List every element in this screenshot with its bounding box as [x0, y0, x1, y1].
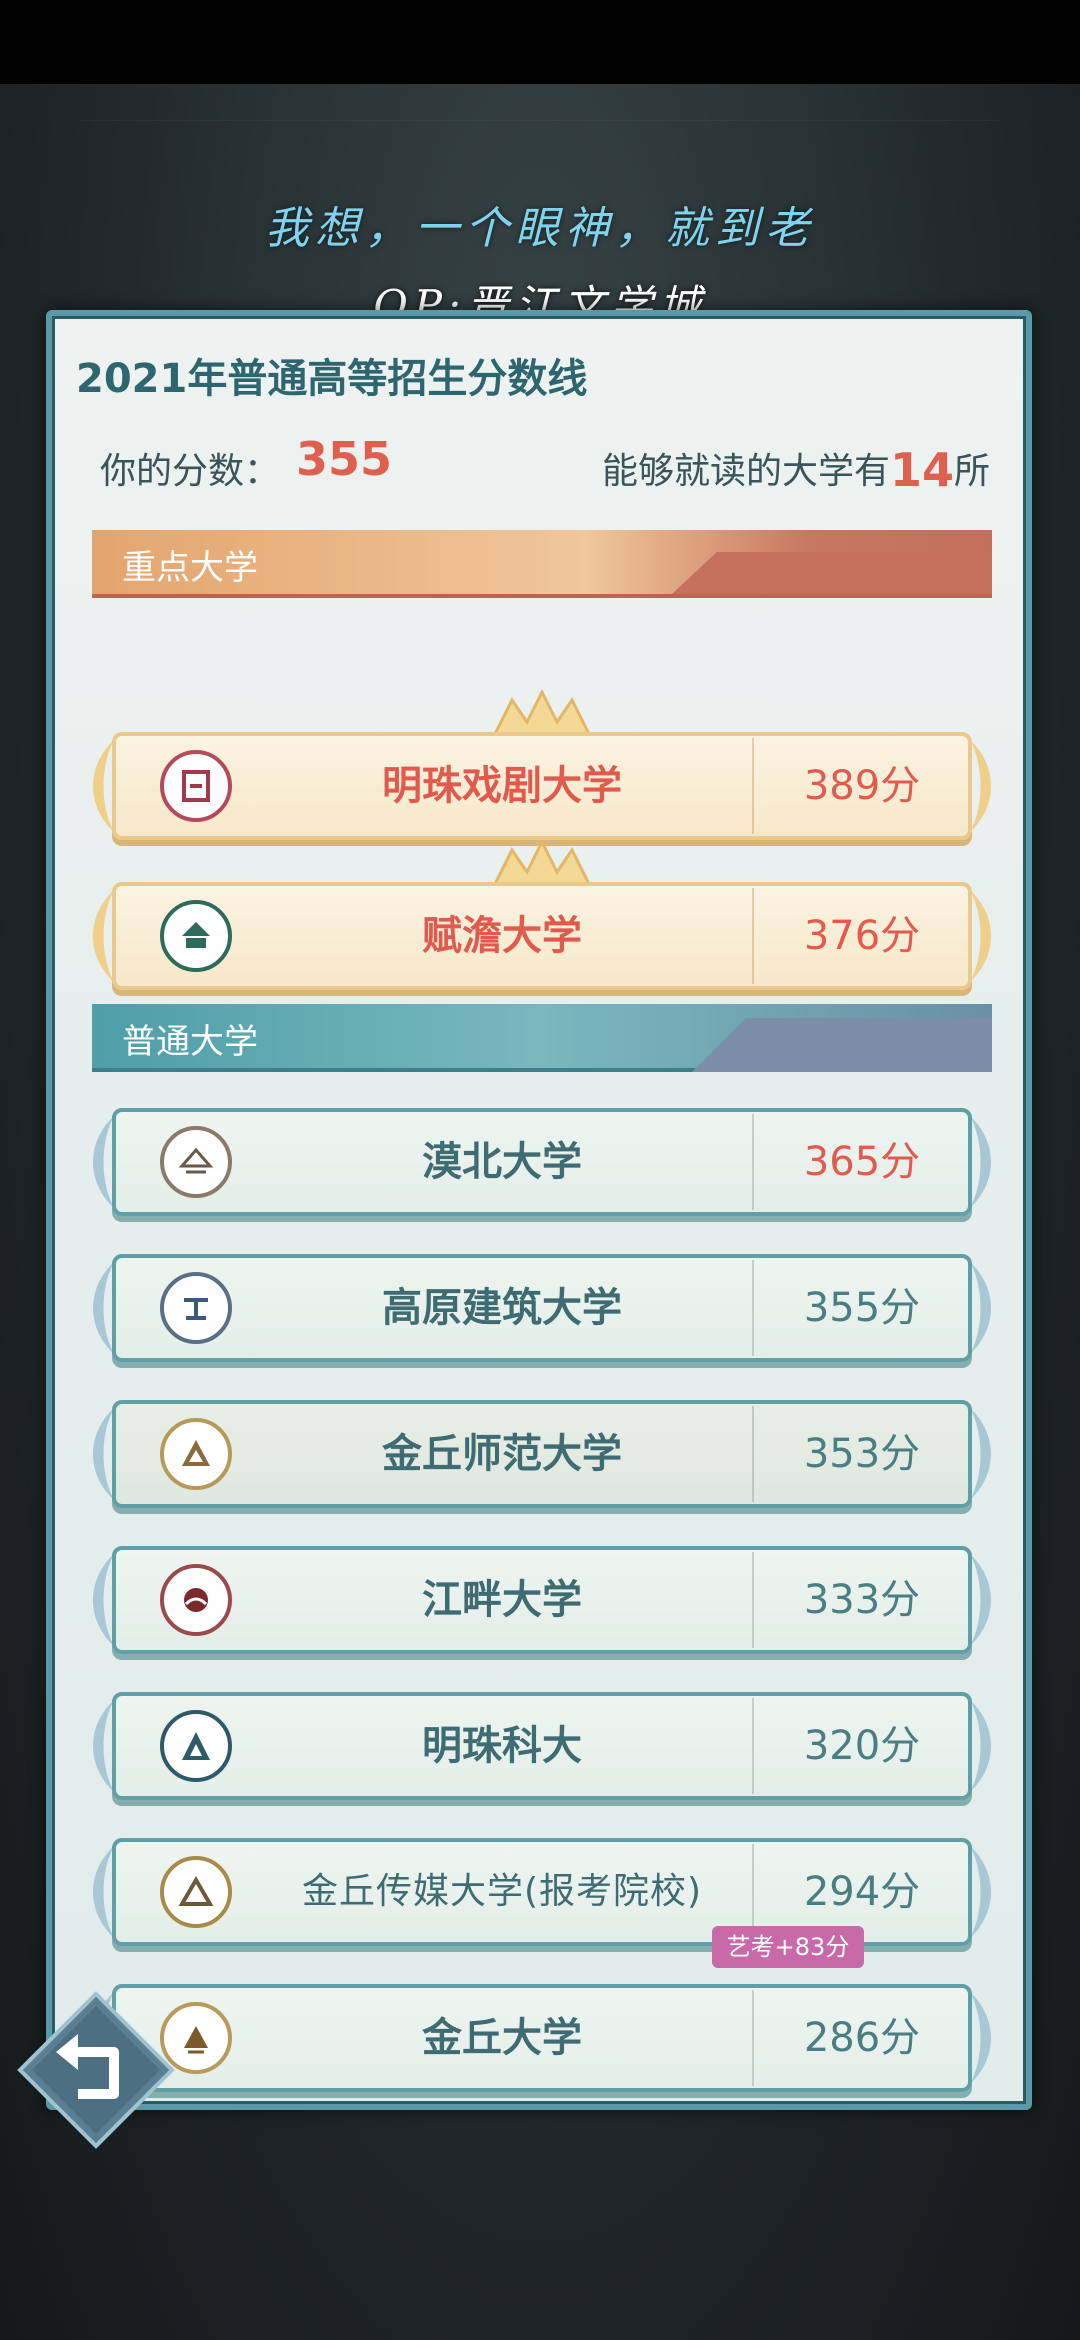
status-bar [0, 0, 1080, 84]
university-name: 漠北大学 [422, 1139, 582, 1185]
university-card[interactable]: 江畔大学 333分 [93, 1546, 991, 1654]
university-name: 明珠戏剧大学 [382, 763, 622, 809]
university-name: 高原建筑大学 [382, 1285, 622, 1331]
university-card[interactable]: 金丘师范大学 353分 [93, 1400, 991, 1508]
university-score: 320分 [803, 1723, 921, 1769]
university-score: 376分 [803, 913, 921, 959]
university-seal-icon [160, 1126, 232, 1198]
section-label-normal: 普通大学 [122, 1022, 258, 1062]
university-seal-icon [160, 1418, 232, 1490]
seal-mark-icon [182, 922, 210, 948]
seal-mark-icon [184, 2026, 208, 2054]
unis-prefix: 能够就读的大学有 [601, 451, 890, 492]
university-score: 353分 [803, 1431, 921, 1477]
section-decoration [692, 1018, 992, 1072]
university-score: 389分 [803, 763, 921, 809]
university-card[interactable]: 明珠戏剧大学 389分 [93, 690, 991, 840]
score-label: 你的分数： [100, 451, 281, 492]
university-score: 286分 [803, 2015, 921, 2061]
seal-mark-icon [184, 1588, 208, 1612]
university-seal-icon [160, 1856, 232, 1928]
unis-suffix: 所 [953, 451, 990, 492]
university-card[interactable]: 明珠科大 320分 [93, 1692, 991, 1800]
section-key-universities: 重点大学 [92, 530, 992, 598]
university-name: 明珠科大 [422, 1723, 582, 1769]
seal-mark-icon [182, 1732, 210, 1760]
panel-title: 2021年普通高等招生分数线 [76, 356, 588, 402]
background-decoration [80, 120, 1000, 121]
section-label-key: 重点大学 [122, 548, 258, 588]
seal-mark-icon [178, 1876, 214, 1906]
seal-mark-icon [182, 1440, 210, 1466]
back-arrow-icon[interactable] [16, 1990, 176, 2150]
university-name: 金丘传媒大学(报考院校) [301, 1871, 703, 1912]
university-name: 赋澹大学 [422, 913, 582, 959]
university-seal-icon [160, 1710, 232, 1782]
art-exam-bonus-badge: 艺考+83分 [712, 1926, 864, 1968]
university-card[interactable]: 漠北大学 365分 [93, 1108, 991, 1216]
available-universities: 能够就读的大学有14所 [602, 442, 990, 497]
university-score: 365分 [803, 1139, 921, 1185]
university-name: 金丘师范大学 [382, 1431, 622, 1477]
unis-count: 14 [889, 443, 954, 497]
score-value: 355 [296, 432, 393, 486]
university-name: 江畔大学 [422, 1577, 582, 1623]
university-card[interactable]: 高原建筑大学 355分 [93, 1254, 991, 1362]
university-seal-icon [160, 1564, 232, 1636]
score-row: 你的分数： 355 能够就读的大学有14所 [100, 432, 990, 497]
university-seal-icon [160, 1272, 232, 1344]
university-seal-icon [160, 900, 232, 972]
seal-mark-icon [178, 1147, 214, 1174]
university-seal-icon [160, 750, 232, 822]
university-name: 金丘大学 [422, 2015, 582, 2061]
section-decoration [672, 552, 992, 594]
seal-mark-icon [184, 1298, 208, 1320]
score-panel: 2021年普通高等招生分数线 你的分数： 355 能够就读的大学有14所 重点大… [46, 310, 1032, 2110]
section-normal-universities: 普通大学 [92, 1004, 992, 1072]
university-score: 355分 [803, 1285, 921, 1331]
quote-line-1: 我想，一个眼神，就到老 [265, 203, 815, 254]
university-card[interactable]: 赋澹大学 376分 [93, 840, 991, 990]
university-score: 333分 [803, 1577, 921, 1623]
university-card[interactable]: 金丘大学 286分 [93, 1984, 991, 2092]
seal-mark-icon [182, 770, 210, 802]
